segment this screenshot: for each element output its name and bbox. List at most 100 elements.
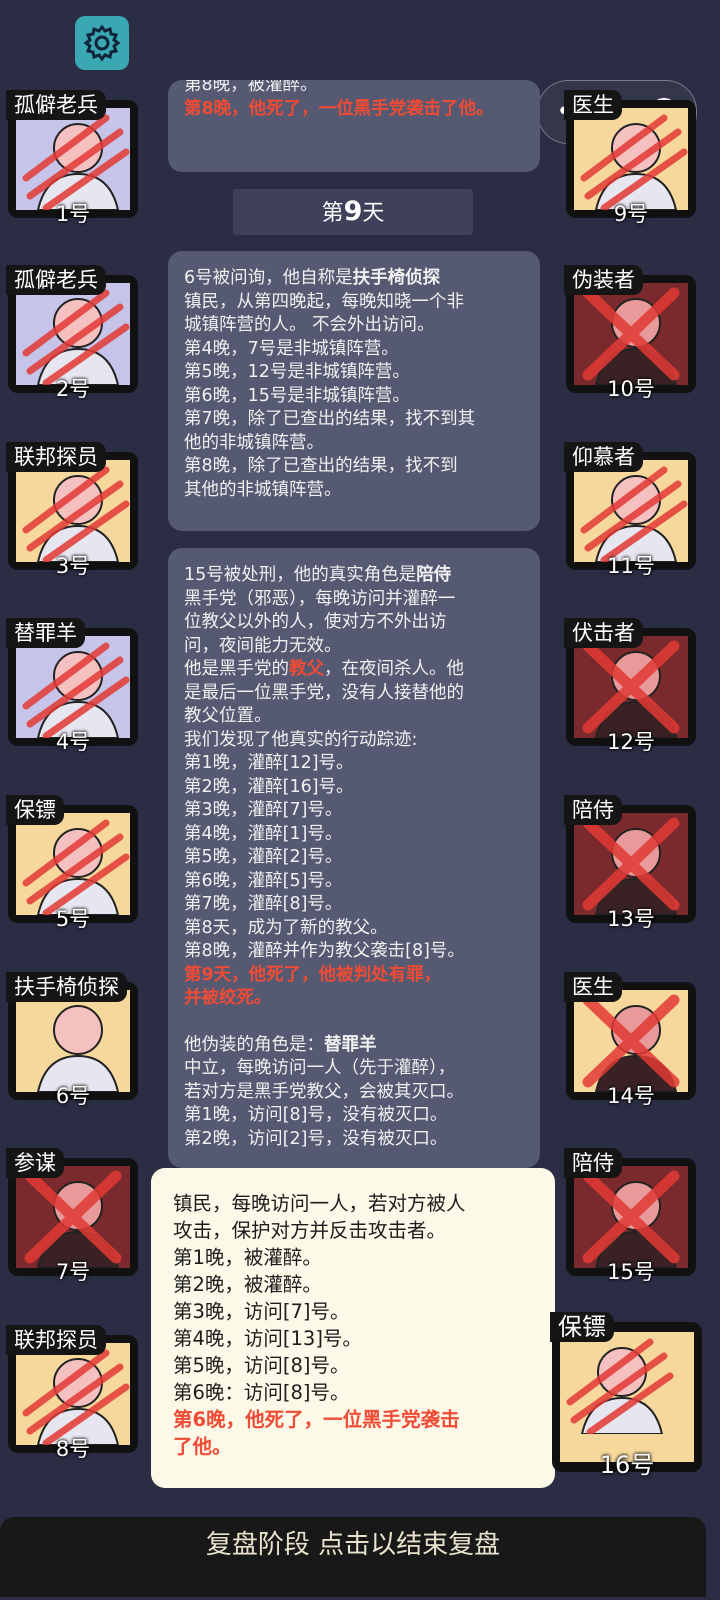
popup-line: 第2晚，被灌醉。 [173,1273,322,1296]
execution-panel: 15号被处刑，他的真实角色是陪侍 黑手党（邪恶），每晚访问并灌醉一 位教父以外的人… [168,548,540,1168]
card-portrait [16,108,130,210]
player-card[interactable]: 联邦探员 3号 [6,442,138,578]
claw-mark-icon [22,819,130,915]
player-card[interactable]: 参谋 7号 [6,1148,138,1284]
day-header: 第9天 [233,189,473,235]
player-number: 1号 [55,202,91,226]
card-portrait [16,813,130,915]
role-label: 医生 [564,90,622,120]
role-label: 伪装者 [564,265,643,295]
player-number: 3号 [55,554,91,578]
card-portrait [574,636,688,738]
role-label: 扶手椅侦探 [6,972,127,1002]
player-card[interactable]: 医生 9号 [564,90,696,226]
player-number: 16号 [599,1451,655,1479]
log-line: 第2晚，灌醉[16]号。 [184,776,354,797]
player-card[interactable]: 联邦探员 8号 [6,1325,138,1461]
character-portrait [36,1005,120,1092]
player-card[interactable]: 扶手椅侦探 6号 [6,972,138,1108]
player-card[interactable]: 伏击者 12号 [564,618,696,754]
popup-line: 攻击，保护对方并反击攻击者。 [173,1219,447,1242]
popup-line: 第3晚，访问[7]号。 [173,1300,350,1323]
log-line: 第6晚，15号是非城镇阵营。 [184,385,410,406]
role-label: 联邦探员 [6,1325,106,1355]
claw-mark-icon [22,1349,130,1445]
card-portrait [574,283,688,385]
role-label: 孤僻老兵 [6,90,106,120]
card-portrait [16,1343,130,1445]
player-number: 6号 [55,1084,91,1108]
card-portrait [16,990,130,1092]
popup-line: 第4晚，访问[13]号。 [173,1327,362,1350]
card-portrait [574,460,688,562]
interrogation-title: 6号被问询，他自称是扶手椅侦探 [184,268,441,288]
settings-button[interactable] [75,16,129,70]
log-line: 第7晚，灌醉[8]号。 [184,894,343,914]
popup-line: 第1晚，被灌醉。 [173,1246,322,1269]
log-line: 第4晚，灌醉[1]号。 [184,823,343,844]
card-portrait [574,1166,688,1268]
player-number: 11号 [607,554,655,578]
claw-mark-icon [22,289,130,385]
role-label: 陪侍 [564,1148,622,1178]
role-label: 伏击者 [564,618,643,648]
fake-role-title: 他伪装的角色是：替罪羊 [184,1034,377,1055]
execution-title: 15号被处刑，他的真实角色是陪侍 [184,565,452,585]
interrogation-panel: 6号被问询，他自称是扶手椅侦探 镇民，从第四晚起，每晚知晓一个非 城镇阵营的人。 … [168,251,540,531]
log-line: 第1晚，访问[8]号，没有被灭口。 [184,1105,448,1125]
log-line: 第3晚，灌醉[7]号。 [184,800,343,820]
popup-lines: 镇民，每晚访问一人，若对方被人 攻击，保护对方并反击攻击者。 第1晚，被灌醉。 第2晚… [173,1190,533,1406]
death-cross-icon [24,1170,122,1264]
claw-mark-icon [580,114,688,210]
log-fragment-top: 第8晚，被灌醉。 第8晚，他死了，一位黑手党袭击了他。 [168,80,540,172]
popup-line: 第5晚，访问[8]号。 [173,1354,350,1377]
popup-line: 镇民，每晚访问一人，若对方被人 [173,1192,466,1215]
log-death-line: 第8晚，他死了，一位黑手党袭击了他。 [184,98,494,119]
day-number: 9 [343,196,363,227]
log-line: 第2晚，访问[2]号，没有被灭口。 [184,1128,448,1149]
role-label: 替罪羊 [6,618,85,648]
popup-death-line-1: 第6晚，他死了，一位黑手党袭击 [173,1408,460,1431]
execution-death-line-2: 并被绞死。 [184,988,272,1008]
log-line: 第1晚，灌醉[12]号。 [184,753,354,773]
end-review-button[interactable]: 复盘阶段 点击以结束复盘 [0,1517,706,1597]
player-number: 9号 [613,202,649,226]
log-line: 第5晚，12号是非城镇阵营。 [184,362,410,382]
log-line: 其他的非城镇阵营。 [184,479,342,500]
card-portrait [560,1332,694,1462]
player-card[interactable]: 替罪羊 4号 [6,618,138,754]
player-card[interactable]: 孤僻老兵 1号 [6,90,138,226]
claw-mark-icon [22,466,130,562]
role-label: 医生 [564,972,622,1002]
log-line: 第8晚，灌醉并作为教父袭击[8]号。 [184,941,465,961]
player-card[interactable]: 孤僻老兵 2号 [6,265,138,401]
log-line: 若对方是黑手党教父，会被其灭口。 [184,1081,464,1102]
player-card[interactable]: 保镖 5号 [6,795,138,931]
player-card[interactable]: 仰慕者 11号 [564,442,696,578]
player-card[interactable]: 陪侍 13号 [564,795,696,931]
player-number: 8号 [55,1437,91,1461]
role-label: 仰慕者 [564,442,643,472]
log-line: 位教父以外的人，使对方不外出访 [184,612,447,632]
player-card[interactable]: 医生 14号 [564,972,696,1108]
role-label: 保镖 [550,1312,614,1342]
claw-mark-icon [566,1338,674,1434]
player-number: 2号 [55,377,91,401]
card-portrait [16,283,130,385]
log-line: 教父位置。 [184,706,272,726]
player-detail-popup[interactable]: 镇民，每晚访问一人，若对方被人 攻击，保护对方并反击攻击者。 第1晚，被灌醉。 第2晚… [151,1168,555,1488]
role-label: 参谋 [6,1148,64,1178]
role-label: 孤僻老兵 [6,265,106,295]
log-line: 第7晚，除了已查出的结果，找不到其 [184,409,476,429]
action-trail: 是最后一位黑手党，没有人接替他的 教父位置。 我们发现了他真实的行动踪迹: 第1晚，灌… [184,682,524,964]
player-card[interactable]: 保镖 16号 [550,1312,702,1479]
log-line: 他的非城镇阵营。 [184,432,324,453]
gear-icon [83,24,121,62]
role-label: 保镖 [6,795,64,825]
player-card[interactable]: 伪装者 10号 [564,265,696,401]
log-line: 中立，每晚访问一人（先于灌醉）， [184,1058,456,1078]
log-line: 第8晚，除了已查出的结果，找不到 [184,456,458,476]
execution-death-line-1: 第9天，他死了，他被判处有罪， [184,964,442,985]
player-card[interactable]: 陪侍 15号 [564,1148,696,1284]
log-cut-line: 第8晚，被灌醉。 [184,80,318,95]
